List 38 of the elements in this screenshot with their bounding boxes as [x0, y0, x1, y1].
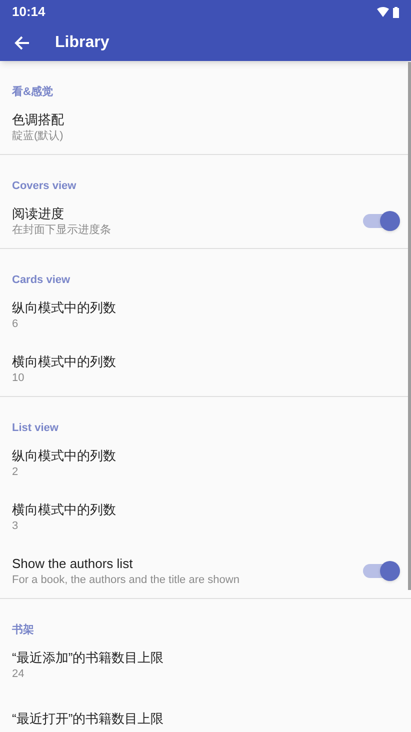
preference-summary: 6 [12, 316, 20, 332]
preference-title: 纵向模式中的列数 [12, 298, 117, 316]
preference-summary: 靛蓝(默认) [12, 128, 64, 144]
section-header: Covers view [12, 180, 76, 192]
preference-title: 阅读进度 [12, 204, 65, 222]
preference-row[interactable]: 横向模式中的列数 10 [0, 342, 411, 396]
preference-title: “最近打开”的书籍数目上限 [12, 710, 165, 728]
preference-summary: 在封面下显示进度条 [12, 222, 112, 238]
section-header: 看&感觉 [12, 86, 53, 98]
toggle-switch[interactable] [363, 214, 397, 228]
section-header: Cards view [12, 274, 70, 286]
preference-row[interactable]: “最近打开”的书籍数目上限 [0, 692, 411, 732]
preference-title: 色调搭配 [12, 110, 65, 128]
status-time: 10:14 [12, 3, 46, 22]
preference-summary: 3 [12, 518, 20, 534]
preference-title: 横向模式中的列数 [12, 352, 117, 370]
preference-row[interactable]: 纵向模式中的列数 6 [0, 288, 411, 342]
preference-title: Show the authors list [12, 554, 134, 572]
preference-summary: 10 [12, 370, 26, 386]
section-header: 书架 [12, 624, 34, 636]
preference-row[interactable]: 阅读进度 在封面下显示进度条 [0, 194, 411, 248]
app-bar-title: Library [55, 32, 110, 52]
preference-row[interactable]: 横向模式中的列数 3 [0, 490, 411, 544]
preference-summary: 24 [12, 666, 26, 682]
battery-icon [393, 6, 399, 18]
preference-summary: For a book, the authors and the title are shown [12, 572, 240, 588]
preference-title: 纵向模式中的列数 [12, 446, 117, 464]
preference-row[interactable]: Show the authors list For a book, the authors and the title are shown [0, 544, 411, 598]
preference-row[interactable]: “最近添加”的书籍数目上限 24 [0, 638, 411, 692]
preference-title: 横向模式中的列数 [12, 500, 117, 518]
preference-row[interactable]: 色调搭配 靛蓝(默认) [0, 100, 411, 154]
toggle-switch[interactable] [363, 564, 397, 578]
preference-title: “最近添加”的书籍数目上限 [12, 648, 165, 666]
section-header: List view [12, 422, 58, 434]
back-arrow-icon [14, 34, 30, 50]
wifi-icon [377, 7, 389, 17]
preference-row[interactable]: 纵向模式中的列数 2 [0, 436, 411, 490]
preference-summary: 2 [12, 464, 20, 480]
